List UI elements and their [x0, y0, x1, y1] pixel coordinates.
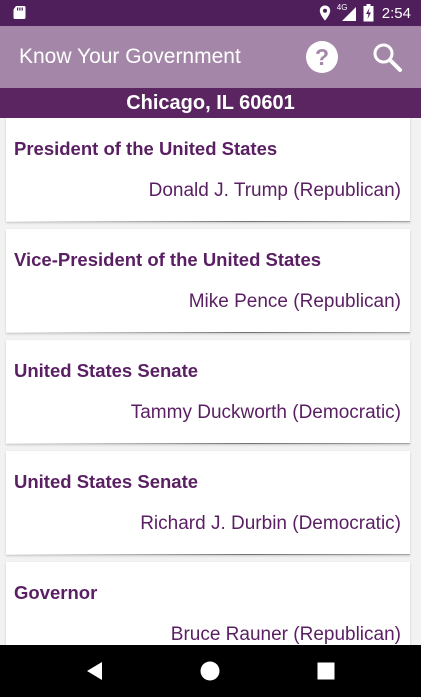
- office-title: Vice-President of the United States: [14, 249, 322, 270]
- official-name: Tammy Duckworth (Democratic): [130, 402, 401, 423]
- status-time: 2:54: [381, 4, 411, 22]
- app-bar: Know Your Government ?: [0, 26, 421, 88]
- official-name: Donald J. Trump (Republican): [148, 180, 401, 201]
- list-item[interactable]: Governor Bruce Rauner (Republican): [6, 562, 410, 645]
- battery-icon: [363, 4, 374, 22]
- location-icon: [319, 5, 330, 21]
- list-item[interactable]: Vice-President of the United States Mike…: [6, 229, 410, 333]
- location-header: Chicago, IL 60601: [0, 88, 421, 118]
- search-icon[interactable]: [370, 40, 404, 74]
- divider: [6, 554, 410, 555]
- list-item[interactable]: President of the United States Donald J.…: [6, 118, 410, 222]
- official-name: Richard J. Durbin (Democratic): [140, 513, 401, 534]
- app-title: Know Your Government: [19, 45, 241, 68]
- divider: [6, 221, 410, 222]
- svg-text:?: ?: [315, 44, 329, 70]
- official-name: Bruce Rauner (Republican): [170, 624, 401, 645]
- office-title: President of the United States: [14, 138, 278, 159]
- list-item[interactable]: United States Senate Tammy Duckworth (De…: [6, 340, 410, 444]
- list-item[interactable]: United States Senate Richard J. Durbin (…: [6, 451, 410, 555]
- official-name: Mike Pence (Republican): [188, 291, 401, 312]
- sd-card-icon: [13, 6, 26, 19]
- officials-list[interactable]: President of the United States Donald J.…: [0, 118, 421, 645]
- back-icon[interactable]: [84, 660, 106, 682]
- recent-apps-icon[interactable]: [316, 661, 336, 681]
- office-title: United States Senate: [14, 471, 199, 492]
- system-nav-bar: [0, 645, 421, 697]
- home-icon[interactable]: [199, 660, 221, 682]
- status-bar: 4G 2:54: [0, 0, 421, 26]
- help-icon[interactable]: ?: [305, 40, 339, 74]
- office-title: Governor: [14, 582, 98, 603]
- divider: [6, 332, 410, 333]
- office-title: United States Senate: [14, 360, 199, 381]
- divider: [6, 443, 410, 444]
- signal-icon: 4G: [337, 3, 357, 22]
